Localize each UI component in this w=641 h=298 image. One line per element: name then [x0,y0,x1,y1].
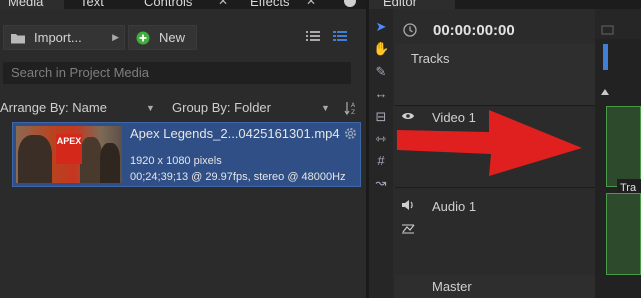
media-filename: Apex Legends_2...0425161301.mp4 [130,126,340,141]
chevron-down-icon: ▼ [321,103,330,113]
timecode-display[interactable]: 00:00:00:00 [433,22,515,39]
audio-clip[interactable] [606,193,641,275]
svg-text:A: A [351,102,356,109]
tab-controls-label: Controls [144,0,193,9]
clock-icon [403,23,417,37]
tab-effects[interactable]: Effects [250,0,290,9]
editor-tool-column: ➤ ✋ ✎ ↔ ⊟ ⇿ # ↝ [369,9,393,298]
tab-editor[interactable]: Editor [369,0,455,9]
audio-track-header[interactable]: Audio 1 [395,193,595,276]
slip-tool-icon[interactable]: # [373,153,389,169]
search-input[interactable]: Search in Project Media [3,62,351,84]
close-icon[interactable]: ✕ [306,0,316,8]
apex-logo: APEX [56,134,82,164]
video-thumbnail: APEX [16,126,122,183]
arrange-by-dropdown[interactable]: Arrange By: Name ▼ [0,97,160,119]
align-tool-icon[interactable]: ⊟ [373,109,389,125]
trim-tool-icon[interactable]: ⇿ [373,131,389,147]
hand-tool-icon[interactable]: ✋ [373,41,389,57]
editor-tab-bar: Editor [369,0,641,9]
chevron-right-icon: ▶ [112,32,119,42]
timeline-area[interactable]: Tra [595,9,641,298]
info-icon[interactable] [344,0,356,7]
razor-tool-icon[interactable]: ✎ [373,64,389,80]
media-resolution: 1920 x 1080 pixels [130,155,222,167]
gear-icon[interactable] [343,126,358,141]
search-placeholder: Search in Project Media [11,65,150,80]
chevron-down-icon: ▼ [146,103,155,113]
svg-text:Z: Z [351,109,355,116]
master-label: Master [432,279,472,294]
list-view-icon[interactable] [306,30,320,42]
close-icon[interactable]: ✕ [218,0,228,8]
fit-width-icon[interactable]: ↔ [373,86,389,102]
new-button[interactable]: New [128,25,197,50]
new-label: New [159,30,186,45]
playhead-triangle[interactable] [601,89,609,95]
tab-text[interactable]: Text [80,0,104,9]
sort-icon[interactable]: AZ [344,100,358,116]
plus-circle-icon [136,31,150,44]
red-arrow-annotation [397,110,582,176]
media-details: 00;24;39;13 @ 29.97fps, stereo @ 48000Hz [130,171,346,183]
tab-media-label: Media [8,0,44,9]
video-clip[interactable]: Tra [606,106,641,197]
select-tool-icon[interactable]: ➤ [373,19,389,35]
timeline-ruler[interactable] [595,9,641,39]
detail-view-icon[interactable] [333,30,347,42]
audio-track-label: Audio 1 [432,199,477,214]
playhead-marker[interactable] [603,44,608,70]
tab-controls[interactable]: Controls [144,0,192,9]
snap-icon[interactable] [601,23,615,37]
tab-text-label: Text [80,0,104,9]
folder-icon [11,33,25,43]
group-by-label: Group By: Folder [172,100,271,115]
envelope-icon[interactable] [401,223,415,235]
panel-tab-bar: Media Text Controls ✕ Effects ✕ [0,0,366,9]
tab-media[interactable]: Media [0,0,64,9]
tab-effects-label: Effects [250,0,290,9]
media-list-item[interactable]: APEX Apex Legends_2...0425161301.mp4 192… [12,122,361,187]
group-by-dropdown[interactable]: Group By: Folder ▼ [172,97,335,119]
import-label: Import... [34,30,82,45]
arrange-by-label: Arrange By: Name [0,100,107,115]
tracks-label: Tracks [411,51,450,66]
import-button[interactable]: Import... ▶ [3,25,125,50]
master-track-header: Master [395,275,595,298]
curve-tool-icon[interactable]: ↝ [373,175,389,191]
speaker-icon[interactable] [401,199,415,211]
tracks-header: Tracks [395,44,595,106]
tab-editor-label: Editor [383,0,417,9]
